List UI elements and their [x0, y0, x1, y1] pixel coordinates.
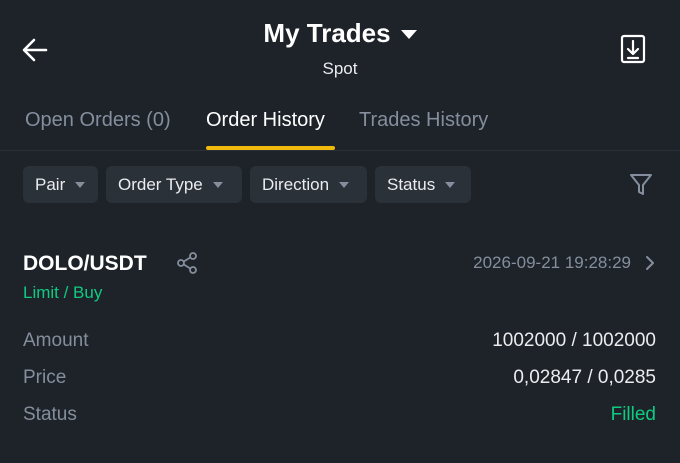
share-icon[interactable] [175, 251, 199, 275]
filter-label: Order Type [118, 174, 203, 194]
row-label: Price [23, 367, 67, 388]
tab-trades-history[interactable]: Trades History [359, 109, 488, 132]
page-title-selector[interactable]: My Trades [263, 18, 417, 49]
tab-bar: Open Orders (0) Order History Trades His… [0, 103, 680, 150]
row-value: 0,02847 / 0,0285 [513, 367, 656, 388]
order-row-amount: Amount 1002000 / 1002000 [23, 330, 656, 356]
status-badge: Filled [610, 404, 656, 425]
row-value: 1002000 / 1002000 [492, 330, 656, 351]
chevron-right-icon[interactable] [644, 254, 656, 272]
order-row-status: Status Filled [23, 404, 656, 430]
filter-direction[interactable]: Direction [250, 166, 367, 203]
filter-status[interactable]: Status [375, 166, 471, 203]
filter-order-type[interactable]: Order Type [106, 166, 242, 203]
title-block: My Trades Spot [0, 18, 680, 79]
filter-label: Status [387, 174, 436, 194]
filter-label: Direction [262, 174, 330, 194]
filter-pair[interactable]: Pair [23, 166, 98, 203]
divider [0, 150, 680, 151]
page-subtitle: Spot [322, 59, 358, 78]
order-row-price: Price 0,02847 / 0,0285 [23, 367, 656, 393]
filter-icon[interactable] [628, 171, 654, 197]
filter-label: Pair [35, 174, 66, 194]
tab-open-orders[interactable]: Open Orders (0) [25, 109, 171, 132]
order-side: Limit / Buy [23, 283, 103, 302]
chevron-down-icon [445, 181, 456, 188]
chevron-down-icon [339, 181, 350, 188]
row-label: Status [23, 404, 77, 425]
order-pair: DOLO/USDT [23, 252, 147, 275]
chevron-down-icon [212, 181, 223, 188]
row-label: Amount [23, 330, 89, 351]
header: My Trades Spot [0, 0, 680, 95]
caret-down-icon [400, 30, 417, 39]
chevron-down-icon [75, 181, 86, 188]
tab-order-history[interactable]: Order History [206, 109, 325, 132]
download-icon[interactable] [620, 34, 646, 64]
page-title: My Trades [263, 18, 391, 48]
order-datetime: 2026-09-21 19:28:29 [473, 253, 631, 272]
